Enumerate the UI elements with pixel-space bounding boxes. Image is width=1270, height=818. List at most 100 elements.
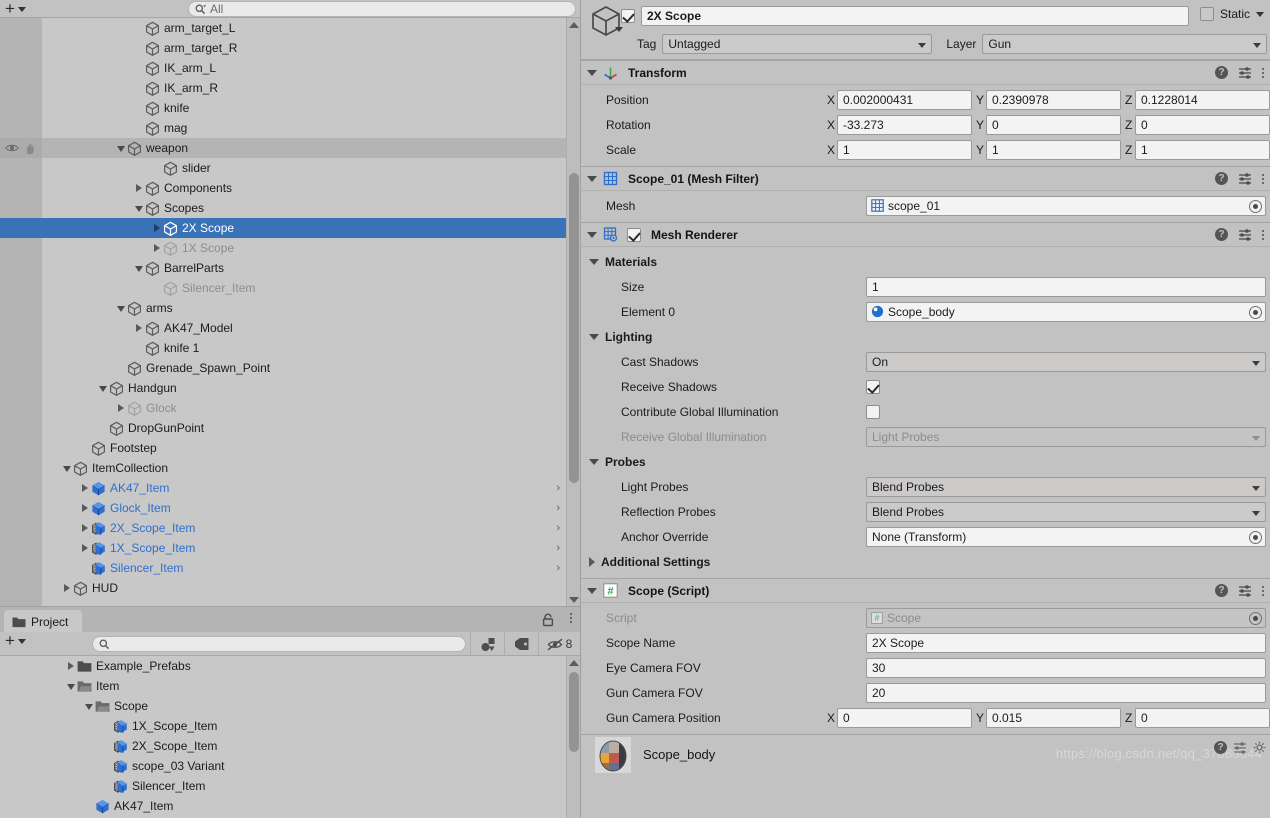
hierarchy-row[interactable]: AK47_Model [0, 318, 566, 338]
preset-icon[interactable] [1238, 228, 1252, 241]
open-prefab-chevron-icon[interactable]: › [556, 482, 560, 494]
hierarchy-row[interactable]: mag [0, 118, 566, 138]
help-icon[interactable]: ? [1214, 741, 1227, 754]
additional-settings-section-header[interactable]: Additional Settings [581, 549, 1270, 574]
hierarchy-row[interactable]: HUD [0, 578, 566, 598]
search-by-type-button[interactable] [470, 632, 504, 656]
hierarchy-row[interactable]: arm_target_L [0, 18, 566, 38]
hierarchy-row[interactable]: Grenade_Spawn_Point [0, 358, 566, 378]
hierarchy-row[interactable]: ItemCollection [0, 458, 566, 478]
project-row[interactable]: Example_Prefabs [0, 656, 566, 676]
static-checkbox[interactable] [1199, 7, 1214, 21]
hierarchy-row[interactable]: Scopes [0, 198, 566, 218]
hierarchy-row[interactable]: knife [0, 98, 566, 118]
foldout-expanded-icon[interactable] [96, 381, 109, 395]
foldout-collapsed-icon[interactable] [64, 659, 77, 673]
materials-size-input[interactable]: 1 [866, 276, 1266, 297]
receive-shadows-checkbox[interactable] [866, 379, 880, 394]
project-tree[interactable]: Example_Prefabs Item Scope 1X_Scope_Item 2X_… [0, 656, 580, 818]
layer-dropdown[interactable]: Gun [982, 34, 1268, 54]
hierarchy-add-button[interactable]: + [5, 0, 26, 17]
rotation-x-input[interactable]: -33.273 [837, 114, 972, 135]
open-prefab-chevron-icon[interactable]: › [556, 522, 560, 534]
hierarchy-row[interactable]: IK_arm_L [0, 58, 566, 78]
project-scrollbar[interactable] [566, 656, 580, 818]
hierarchy-search-input[interactable]: All [188, 1, 576, 17]
component-menu-icon[interactable] [1262, 229, 1264, 240]
foldout-collapsed-icon[interactable] [132, 321, 145, 335]
material-preview-strip[interactable]: Scope_body https://blog.csdn.net/qq_3788… [581, 734, 1270, 774]
gameobject-name-input[interactable]: 2X Scope [641, 6, 1189, 26]
foldout-collapsed-icon[interactable] [150, 241, 163, 255]
hierarchy-row[interactable]: Glock_Item › [0, 498, 566, 518]
position-x-input[interactable]: 0.002000431 [837, 89, 972, 110]
cast-shadows-dropdown[interactable]: On [866, 351, 1266, 372]
hierarchy-row[interactable]: Components [0, 178, 566, 198]
component-menu-icon[interactable] [1262, 585, 1264, 596]
foldout-expanded-icon[interactable] [114, 141, 127, 155]
element0-object-field[interactable]: Scope_body [866, 301, 1266, 322]
foldout-collapsed-icon[interactable] [114, 401, 127, 415]
foldout-collapsed-icon[interactable] [78, 481, 91, 495]
foldout-arrow-icon[interactable] [589, 333, 599, 340]
project-row[interactable]: 1X_Scope_Item [0, 716, 566, 736]
tab-project[interactable]: Project [4, 610, 83, 633]
foldout-arrow-icon[interactable] [587, 175, 597, 182]
materials-section-header[interactable]: Materials [581, 249, 1270, 274]
hierarchy-row[interactable]: AK47_Item › [0, 478, 566, 498]
hierarchy-tree[interactable]: arm_target_L arm_target_R IK_arm_L IK_arm_R… [0, 18, 580, 606]
scope-name-input[interactable]: 2X Scope [866, 632, 1266, 653]
visibility-eye-icon[interactable] [5, 142, 19, 154]
foldout-collapsed-icon[interactable] [132, 181, 145, 195]
project-menu-icon[interactable] [570, 613, 572, 623]
project-row[interactable]: Item [0, 676, 566, 696]
hierarchy-row[interactable]: Handgun [0, 378, 566, 398]
contribute-gi-checkbox[interactable] [866, 404, 880, 419]
hierarchy-row[interactable]: IK_arm_R [0, 78, 566, 98]
component-header-mesh-renderer[interactable]: Mesh Renderer ? [581, 222, 1270, 247]
hierarchy-row[interactable]: arms [0, 298, 566, 318]
preset-icon[interactable] [1238, 66, 1252, 79]
hidden-assets-button[interactable]: 8 [538, 632, 580, 656]
scrollbar-thumb[interactable] [569, 173, 579, 483]
lighting-section-header[interactable]: Lighting [581, 324, 1270, 349]
foldout-arrow-icon[interactable] [589, 258, 599, 265]
tag-dropdown[interactable]: Untagged [662, 34, 933, 54]
gun-cam-pos-y-input[interactable]: 0.015 [986, 707, 1121, 728]
gameobject-enabled-checkbox[interactable] [621, 9, 635, 23]
hierarchy-row[interactable]: Silencer_Item › [0, 558, 566, 578]
component-header-mesh-filter[interactable]: Scope_01 (Mesh Filter) ? [581, 166, 1270, 191]
foldout-expanded-icon[interactable] [82, 699, 95, 713]
foldout-arrow-icon[interactable] [587, 587, 597, 594]
reflection-probes-dropdown[interactable]: Blend Probes [866, 501, 1266, 522]
hierarchy-row[interactable]: arm_target_R [0, 38, 566, 58]
help-icon[interactable]: ? [1215, 228, 1228, 241]
foldout-expanded-icon[interactable] [114, 301, 127, 315]
preset-icon[interactable] [1238, 584, 1252, 597]
help-icon[interactable]: ? [1215, 584, 1228, 597]
position-z-input[interactable]: 0.1228014 [1135, 89, 1270, 110]
chevron-down-icon[interactable] [1256, 11, 1264, 17]
foldout-collapsed-icon[interactable] [60, 581, 73, 595]
light-probes-dropdown[interactable]: Blend Probes [866, 476, 1266, 497]
hierarchy-scrollbar[interactable] [566, 18, 580, 606]
eye-camera-fov-input[interactable]: 30 [866, 657, 1266, 678]
open-prefab-chevron-icon[interactable]: › [556, 542, 560, 554]
foldout-arrow-icon[interactable] [587, 69, 597, 76]
foldout-collapsed-icon[interactable] [150, 221, 163, 235]
settings-gear-icon[interactable] [1253, 741, 1266, 754]
hierarchy-row[interactable]: 2X Scope [0, 218, 566, 238]
rotation-z-input[interactable]: 0 [1135, 114, 1270, 135]
foldout-collapsed-icon[interactable] [78, 541, 91, 555]
mesh-object-field[interactable]: scope_01 [866, 195, 1266, 216]
object-picker-icon[interactable] [1249, 305, 1262, 319]
probes-section-header[interactable]: Probes [581, 449, 1270, 474]
gun-cam-pos-x-input[interactable]: 0 [837, 707, 972, 728]
project-row[interactable]: AK47_Item [0, 796, 566, 816]
hierarchy-row[interactable]: Silencer_Item [0, 278, 566, 298]
preset-icon[interactable] [1233, 741, 1247, 754]
preset-icon[interactable] [1238, 172, 1252, 185]
help-icon[interactable]: ? [1215, 66, 1228, 79]
scale-x-input[interactable]: 1 [837, 139, 972, 160]
scale-y-input[interactable]: 1 [986, 139, 1121, 160]
